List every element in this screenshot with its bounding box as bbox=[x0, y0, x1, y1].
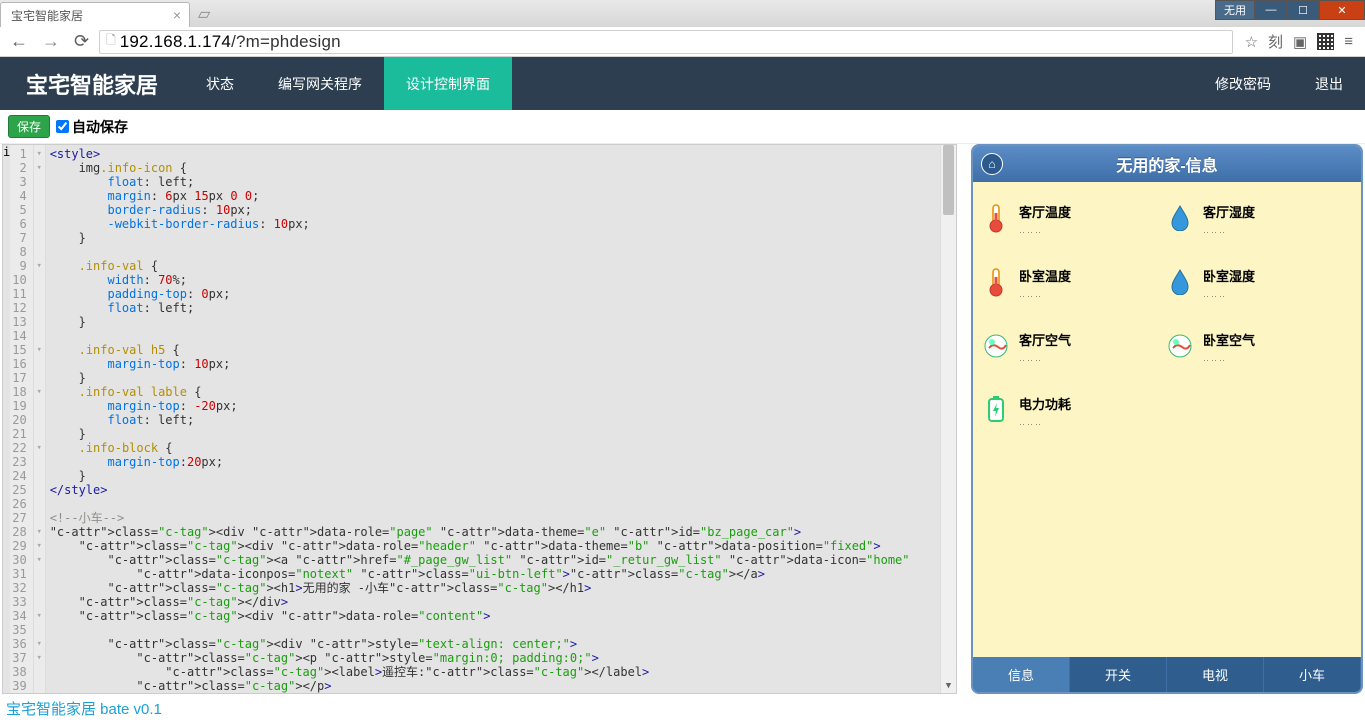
slash-icon[interactable]: 刻 bbox=[1268, 31, 1283, 52]
info-text: 客厅温度 ‥‥‥ bbox=[1019, 202, 1071, 236]
info-text: 客厅湿度 ‥‥‥ bbox=[1203, 202, 1255, 236]
power-icon bbox=[983, 394, 1009, 426]
info-value: ‥‥‥ bbox=[1019, 353, 1071, 364]
tab-tv[interactable]: 电视 bbox=[1167, 657, 1264, 692]
tab-car[interactable]: 小车 bbox=[1264, 657, 1361, 692]
scroll-down-icon[interactable]: ▼ bbox=[941, 679, 956, 693]
preview-panel: ⌂ 无用的家-信息 客厅温度‥‥‥客厅湿度‥‥‥卧室温度‥‥‥卧室湿度‥‥‥客厅… bbox=[971, 144, 1363, 694]
code-editor[interactable]: i 12345678910111213141516171819202122232… bbox=[2, 144, 957, 694]
preview-tabbar: 信息 开关 电视 小车 bbox=[973, 657, 1361, 692]
info-text: 电力功耗 ‥‥‥ bbox=[1019, 394, 1071, 428]
info-block: 卧室空气 ‥‥‥ bbox=[1167, 330, 1351, 364]
info-label: 卧室湿度 bbox=[1203, 266, 1255, 285]
browser-chrome: 宝宅智能家居 × ▱ 无用 — ☐ ✕ ← → ⟳ 🗋 192.168.1.17… bbox=[0, 0, 1365, 57]
url-text: 192.168.1.174/?m=phdesign bbox=[120, 32, 341, 52]
fold-column: ▾▾▾▾▾▾▾▾▾▾▾▾ bbox=[34, 145, 46, 693]
footer-version: 宝宅智能家居 bate v0.1 bbox=[0, 694, 1365, 723]
thermo-icon bbox=[983, 202, 1009, 234]
window-buttons: 无用 — ☐ ✕ bbox=[1215, 0, 1365, 20]
info-value: ‥‥‥ bbox=[1019, 289, 1071, 300]
info-block: 卧室温度 ‥‥‥ bbox=[983, 266, 1167, 300]
drop-icon bbox=[1167, 266, 1193, 298]
info-label: 客厅空气 bbox=[1019, 330, 1071, 349]
close-icon[interactable]: × bbox=[173, 7, 181, 23]
info-block: 客厅空气 ‥‥‥ bbox=[983, 330, 1167, 364]
nav-design[interactable]: 设计控制界面 bbox=[384, 57, 512, 110]
reload-icon[interactable]: ⟳ bbox=[70, 31, 93, 52]
url-input[interactable]: 🗋 192.168.1.174/?m=phdesign bbox=[99, 30, 1232, 54]
app-header: 宝宅智能家居 状态 编写网关程序 设计控制界面 修改密码 退出 bbox=[0, 57, 1365, 110]
vertical-scrollbar[interactable]: ▲ ▼ bbox=[940, 145, 956, 693]
info-label: 卧室温度 bbox=[1019, 266, 1071, 285]
info-label: 卧室空气 bbox=[1203, 330, 1255, 349]
info-text: 卧室空气 ‥‥‥ bbox=[1203, 330, 1255, 364]
autosave-checkbox[interactable] bbox=[56, 120, 69, 133]
info-block: 客厅温度 ‥‥‥ bbox=[983, 202, 1167, 236]
nav-change-password[interactable]: 修改密码 bbox=[1193, 57, 1293, 110]
info-text: 卧室湿度 ‥‥‥ bbox=[1203, 266, 1255, 300]
star-icon[interactable]: ☆ bbox=[1245, 33, 1258, 51]
info-label: 客厅湿度 bbox=[1203, 202, 1255, 221]
addr-right-icons: ☆ 刻 ▣ ≡ bbox=[1239, 31, 1359, 52]
read-icon[interactable]: ▣ bbox=[1293, 33, 1307, 51]
tab-strip: 宝宅智能家居 × ▱ 无用 — ☐ ✕ bbox=[0, 0, 1365, 27]
tab-title: 宝宅智能家居 bbox=[11, 7, 83, 24]
nav-program[interactable]: 编写网关程序 bbox=[256, 57, 384, 110]
tab-switch[interactable]: 开关 bbox=[1070, 657, 1167, 692]
preview-header: ⌂ 无用的家-信息 bbox=[973, 146, 1361, 182]
maximize-icon[interactable]: ☐ bbox=[1287, 0, 1319, 20]
home-icon[interactable]: ⌂ bbox=[981, 153, 1003, 175]
preview-body: 客厅温度 ‥‥‥ 客厅湿度 ‥‥‥ 卧室温度 ‥‥‥ 卧室湿度 ‥‥‥ 客厅空气 ‥‥‥ 卧室空气 ‥… bbox=[973, 182, 1361, 657]
info-label: 客厅温度 bbox=[1019, 202, 1071, 221]
thermo-icon bbox=[983, 266, 1009, 298]
info-block: 客厅湿度 ‥‥‥ bbox=[1167, 202, 1351, 236]
info-icon: i bbox=[3, 145, 10, 693]
brand: 宝宅智能家居 bbox=[0, 57, 184, 110]
forward-icon[interactable]: → bbox=[38, 31, 64, 52]
info-value: ‥‥‥ bbox=[1203, 353, 1255, 364]
preview-title: 无用的家-信息 bbox=[973, 152, 1361, 176]
close-window-icon[interactable]: ✕ bbox=[1319, 0, 1365, 20]
info-block: 电力功耗 ‥‥‥ bbox=[983, 394, 1167, 428]
info-text: 卧室温度 ‥‥‥ bbox=[1019, 266, 1071, 300]
minimize-icon[interactable]: — bbox=[1255, 0, 1287, 20]
code-content[interactable]: <style> img.info-icon { float: left; mar… bbox=[46, 145, 956, 693]
save-button[interactable]: 保存 bbox=[8, 115, 50, 138]
info-label: 电力功耗 bbox=[1019, 394, 1071, 413]
address-bar: ← → ⟳ 🗋 192.168.1.174/?m=phdesign ☆ 刻 ▣ … bbox=[0, 27, 1365, 57]
back-icon[interactable]: ← bbox=[6, 31, 32, 52]
new-tab-button[interactable]: ▱ bbox=[190, 0, 218, 27]
info-value: ‥‥‥ bbox=[1019, 225, 1071, 236]
info-value: ‥‥‥ bbox=[1019, 417, 1071, 428]
nav-logout[interactable]: 退出 bbox=[1293, 57, 1365, 110]
tab-info[interactable]: 信息 bbox=[973, 657, 1070, 692]
autosave-label[interactable]: 自动保存 bbox=[56, 117, 128, 137]
info-block: 卧室湿度 ‥‥‥ bbox=[1167, 266, 1351, 300]
window-nouse-button[interactable]: 无用 bbox=[1215, 0, 1255, 20]
air-icon bbox=[1167, 330, 1193, 362]
info-value: ‥‥‥ bbox=[1203, 225, 1255, 236]
qrcode-icon[interactable] bbox=[1317, 33, 1334, 50]
air-icon bbox=[983, 330, 1009, 362]
scrollbar-thumb[interactable] bbox=[943, 145, 954, 215]
page-icon: 🗋 bbox=[106, 31, 116, 52]
info-value: ‥‥‥ bbox=[1203, 289, 1255, 300]
drop-icon bbox=[1167, 202, 1193, 234]
editor-toolbar: 保存 自动保存 bbox=[0, 110, 1365, 144]
nav-status[interactable]: 状态 bbox=[184, 57, 256, 110]
info-text: 客厅空气 ‥‥‥ bbox=[1019, 330, 1071, 364]
editor-gutter: 1234567891011121314151617181920212223242… bbox=[10, 145, 33, 693]
browser-tab[interactable]: 宝宅智能家居 × bbox=[0, 2, 190, 27]
menu-icon[interactable]: ≡ bbox=[1344, 33, 1353, 50]
